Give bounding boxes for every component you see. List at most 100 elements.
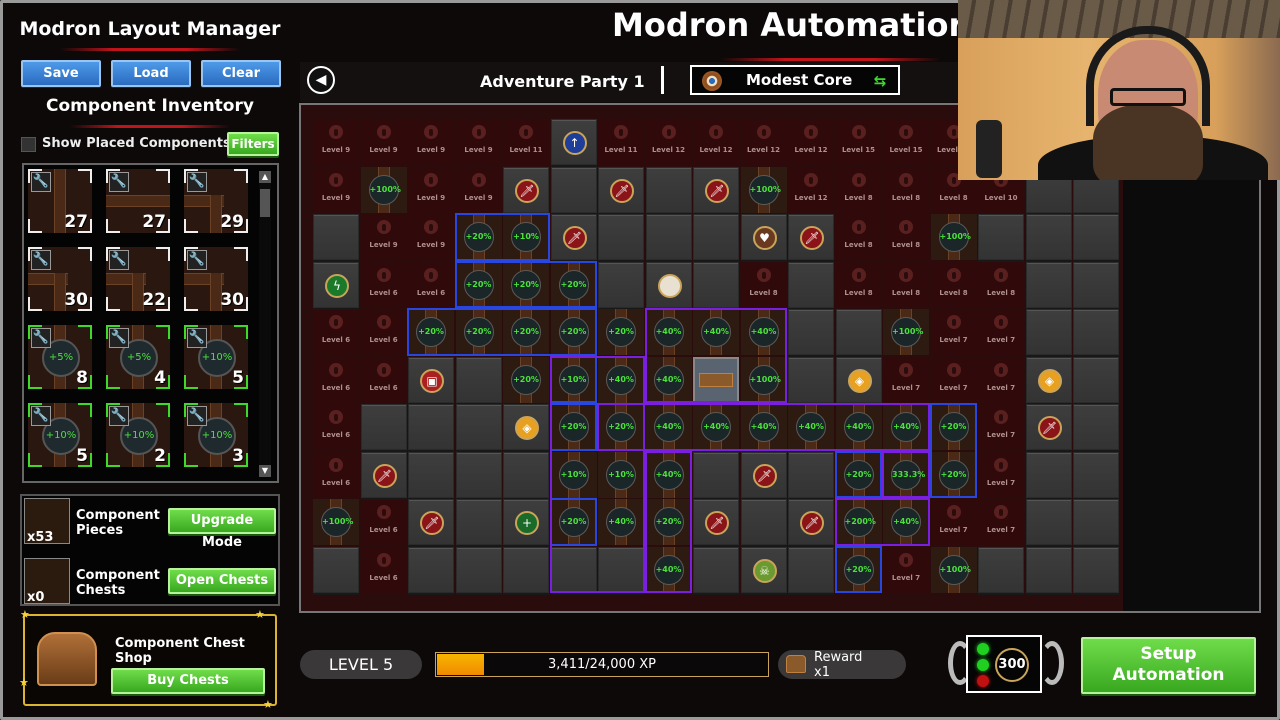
locked-slot[interactable]: Level 9 <box>408 214 454 260</box>
locked-slot[interactable]: Level 8 <box>740 261 787 308</box>
boost-node[interactable]: +40% <box>740 404 787 450</box>
empty-slot[interactable] <box>1073 356 1119 403</box>
scroll-thumb[interactable] <box>260 189 270 217</box>
empty-slot[interactable] <box>408 546 454 593</box>
empty-slot[interactable] <box>1073 214 1119 260</box>
locked-slot[interactable]: Level 7 <box>978 309 1024 355</box>
wrench-icon[interactable]: 🔧 <box>187 328 207 348</box>
empty-slot[interactable] <box>1073 404 1119 450</box>
empty-slot[interactable] <box>550 166 597 213</box>
empty-slot[interactable] <box>788 309 834 355</box>
locked-slot[interactable]: Level 15 <box>835 119 882 165</box>
scroll-up-icon[interactable]: ▲ <box>259 171 271 183</box>
locked-slot[interactable]: Level 7 <box>883 356 929 403</box>
empty-slot[interactable] <box>1025 309 1072 355</box>
locked-slot[interactable]: Level 12 <box>788 166 834 213</box>
wrench-icon[interactable]: 🔧 <box>31 406 51 426</box>
locked-slot[interactable]: Level 7 <box>978 356 1024 403</box>
empty-slot[interactable] <box>978 214 1024 260</box>
locked-slot[interactable]: Level 8 <box>883 261 929 308</box>
inventory-item[interactable]: +5% 🔧 8 <box>28 325 92 389</box>
empty-slot[interactable] <box>455 499 502 545</box>
empty-slot[interactable] <box>455 451 502 498</box>
locked-slot[interactable]: Level 12 <box>693 119 739 165</box>
boost-node[interactable]: +40% <box>645 451 692 498</box>
locked-slot[interactable]: Level 8 <box>930 261 977 308</box>
locked-slot[interactable]: Level 9 <box>360 214 407 260</box>
empty-slot[interactable] <box>788 261 834 308</box>
core-selector[interactable]: Modest Core ⇆ <box>690 65 900 95</box>
locked-slot[interactable]: Level 7 <box>978 499 1024 545</box>
empty-slot[interactable] <box>693 261 739 308</box>
gem-component[interactable]: ♥ <box>740 214 787 260</box>
boost-node[interactable]: +100% <box>740 166 787 213</box>
boost-node[interactable]: +20% <box>408 309 454 355</box>
wrench-icon[interactable]: 🔧 <box>109 406 129 426</box>
gem-component[interactable]: 🗡 <box>693 499 739 545</box>
boost-node[interactable]: 333.3% <box>883 451 929 498</box>
gem-component[interactable]: ϟ <box>313 261 359 308</box>
boost-node[interactable]: +100% <box>740 356 787 403</box>
locked-slot[interactable]: Level 8 <box>883 214 929 260</box>
boost-node[interactable]: +40% <box>788 404 834 450</box>
gem-component[interactable]: ↑ <box>550 119 597 165</box>
boost-node[interactable]: +100% <box>883 309 929 355</box>
gem-component[interactable]: + <box>503 499 549 545</box>
boost-node[interactable]: +200% <box>835 499 882 545</box>
empty-slot[interactable] <box>788 546 834 593</box>
empty-slot[interactable] <box>1025 261 1072 308</box>
empty-slot[interactable] <box>693 451 739 498</box>
boost-node[interactable]: +20% <box>550 309 597 355</box>
empty-slot[interactable] <box>455 546 502 593</box>
empty-slot[interactable] <box>693 214 739 260</box>
locked-slot[interactable]: Level 9 <box>455 166 502 213</box>
inventory-item[interactable]: +10% 🔧 3 <box>184 403 248 467</box>
boost-node[interactable]: +10% <box>503 214 549 260</box>
boost-node[interactable]: +20% <box>598 309 644 355</box>
locked-slot[interactable]: Level 11 <box>503 119 549 165</box>
locked-slot[interactable]: Level 6 <box>360 261 407 308</box>
scroll-down-icon[interactable]: ▼ <box>259 465 271 477</box>
boost-node[interactable]: +20% <box>550 499 597 545</box>
save-button[interactable]: Save <box>21 60 101 87</box>
locked-slot[interactable]: Level 6 <box>360 309 407 355</box>
locked-slot[interactable]: Level 6 <box>360 499 407 545</box>
gem-component[interactable] <box>645 261 692 308</box>
locked-slot[interactable]: Level 7 <box>978 451 1024 498</box>
swap-icon[interactable]: ⇆ <box>870 71 890 91</box>
boost-node[interactable]: +40% <box>645 309 692 355</box>
empty-slot[interactable] <box>313 214 359 260</box>
empty-slot[interactable] <box>360 404 407 450</box>
filters-button[interactable]: Filters <box>227 132 279 156</box>
boost-node[interactable]: +20% <box>503 356 549 403</box>
empty-slot[interactable] <box>598 546 644 593</box>
boost-node[interactable]: +20% <box>835 451 882 498</box>
locked-slot[interactable]: Level 9 <box>313 119 359 165</box>
empty-slot[interactable] <box>408 451 454 498</box>
wrench-icon[interactable]: 🔧 <box>109 250 129 270</box>
boost-node[interactable]: +10% <box>598 451 644 498</box>
gem-component[interactable]: 🗡 <box>788 499 834 545</box>
boost-node[interactable]: +40% <box>693 404 739 450</box>
wrench-icon[interactable]: 🔧 <box>187 406 207 426</box>
wrench-icon[interactable]: 🔧 <box>31 172 51 192</box>
boost-node[interactable]: +100% <box>930 546 977 593</box>
empty-slot[interactable] <box>455 404 502 450</box>
locked-slot[interactable]: Level 6 <box>313 451 359 498</box>
boost-node[interactable]: +40% <box>883 499 929 545</box>
empty-slot[interactable] <box>1073 546 1119 593</box>
locked-slot[interactable]: Level 15 <box>883 119 929 165</box>
boost-node[interactable]: +20% <box>455 214 502 260</box>
gem-component[interactable]: 🗡 <box>360 451 407 498</box>
boost-node[interactable]: +20% <box>550 261 597 308</box>
empty-slot[interactable] <box>1025 214 1072 260</box>
gem-component[interactable]: 🗡 <box>408 499 454 545</box>
locked-slot[interactable]: Level 9 <box>408 119 454 165</box>
locked-slot[interactable]: Level 8 <box>835 166 882 213</box>
empty-slot[interactable] <box>550 546 597 593</box>
boost-node[interactable]: +100% <box>930 214 977 260</box>
locked-slot[interactable]: Level 6 <box>313 309 359 355</box>
boost-node[interactable]: +40% <box>598 499 644 545</box>
locked-slot[interactable]: Level 6 <box>360 546 407 593</box>
empty-slot[interactable] <box>740 499 787 545</box>
